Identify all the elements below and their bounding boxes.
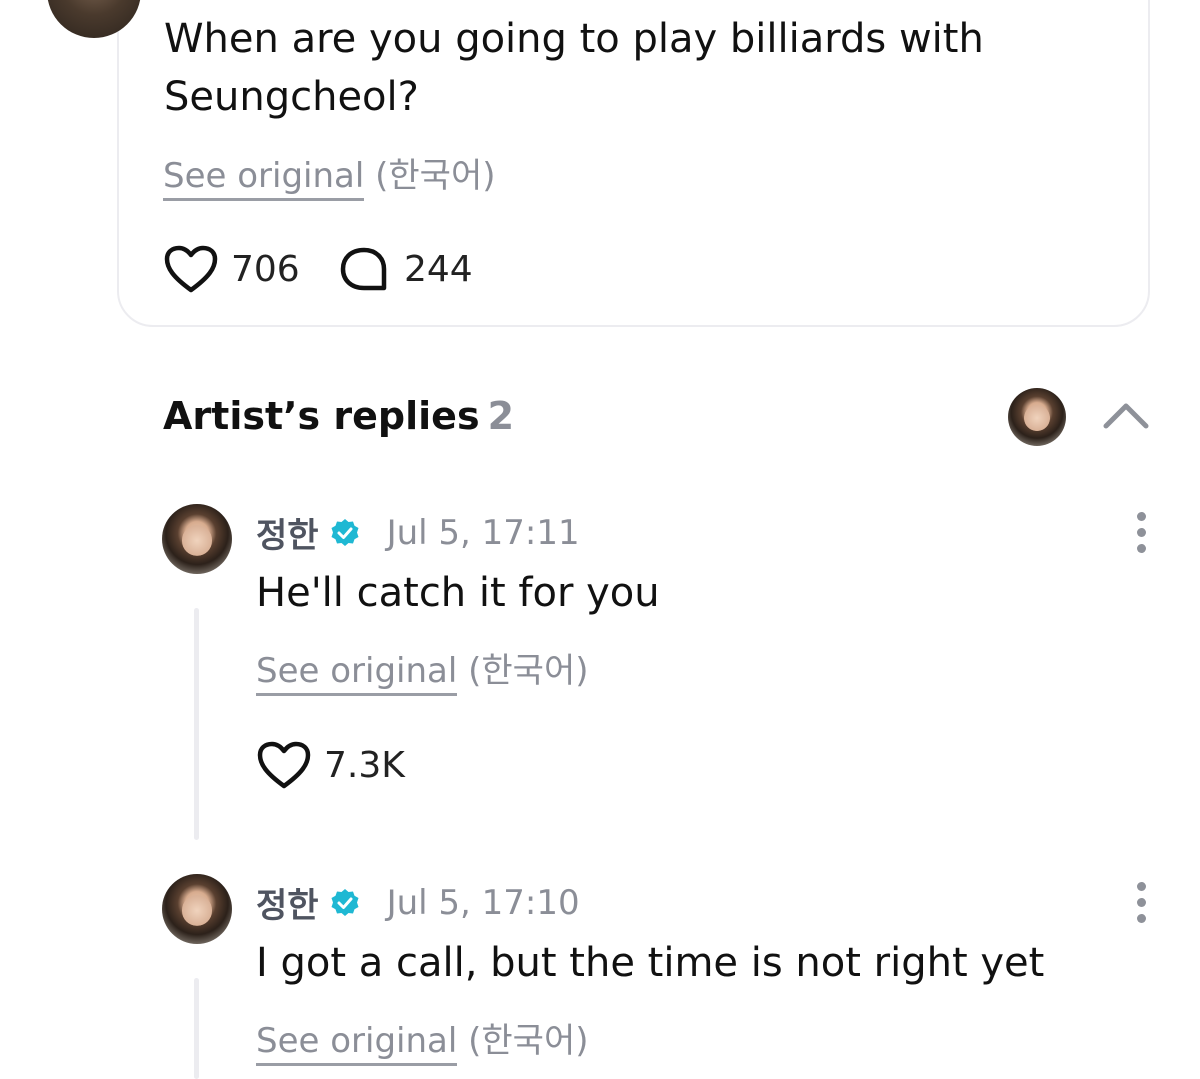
more-options-icon[interactable] bbox=[1128, 512, 1154, 553]
reply-header: 정한 Jul 5, 17:10 bbox=[256, 878, 580, 927]
reply-timestamp: Jul 5, 17:11 bbox=[386, 512, 580, 553]
reply-avatar[interactable] bbox=[162, 874, 232, 944]
original-language: (한국어) bbox=[375, 156, 496, 196]
reply-header: 정한 Jul 5, 17:11 bbox=[256, 508, 580, 557]
see-original-link[interactable]: See original bbox=[256, 1021, 458, 1066]
reply-see-original: See original (한국어) bbox=[256, 643, 589, 696]
reply-text: I got a call, but the time is not right … bbox=[256, 940, 1045, 986]
verified-badge-icon bbox=[331, 888, 359, 916]
artist-avatar-small[interactable] bbox=[1008, 388, 1066, 446]
post-comment-button[interactable]: 244 bbox=[338, 244, 473, 294]
original-language: (한국어) bbox=[468, 1021, 589, 1061]
post-like-button[interactable]: 706 bbox=[163, 244, 300, 294]
post-text: When are you going to play billiards wit… bbox=[164, 16, 984, 120]
post-comment-count: 244 bbox=[404, 248, 473, 290]
reply-avatar[interactable] bbox=[162, 504, 232, 574]
comment-icon bbox=[340, 247, 387, 291]
post-like-count: 706 bbox=[231, 248, 300, 290]
original-language: (한국어) bbox=[468, 651, 589, 691]
reply-like-button[interactable]: 7.3K bbox=[256, 740, 405, 790]
reply-like-count: 7.3K bbox=[324, 744, 405, 786]
reply-see-original: See original (한국어) bbox=[256, 1013, 589, 1066]
reply-timestamp: Jul 5, 17:10 bbox=[386, 882, 580, 923]
heart-icon bbox=[164, 245, 218, 293]
thread-line bbox=[194, 978, 199, 1079]
reply-author[interactable]: 정한 bbox=[256, 878, 319, 927]
post-see-original: See original (한국어) bbox=[163, 148, 496, 201]
more-options-icon[interactable] bbox=[1128, 882, 1154, 923]
thread-line bbox=[194, 608, 199, 840]
verified-badge-icon bbox=[331, 518, 359, 546]
artist-replies-count: 2 bbox=[487, 394, 515, 438]
see-original-link[interactable]: See original bbox=[256, 651, 458, 696]
reply-author[interactable]: 정한 bbox=[256, 508, 319, 557]
heart-icon bbox=[257, 741, 311, 789]
reply-text: He'll catch it for you bbox=[256, 570, 660, 616]
artist-replies-heading: Artist’s replies 2 bbox=[163, 394, 514, 438]
artist-replies-title: Artist’s replies bbox=[163, 394, 480, 438]
see-original-link[interactable]: See original bbox=[163, 156, 365, 201]
chevron-up-icon[interactable] bbox=[1102, 398, 1150, 432]
